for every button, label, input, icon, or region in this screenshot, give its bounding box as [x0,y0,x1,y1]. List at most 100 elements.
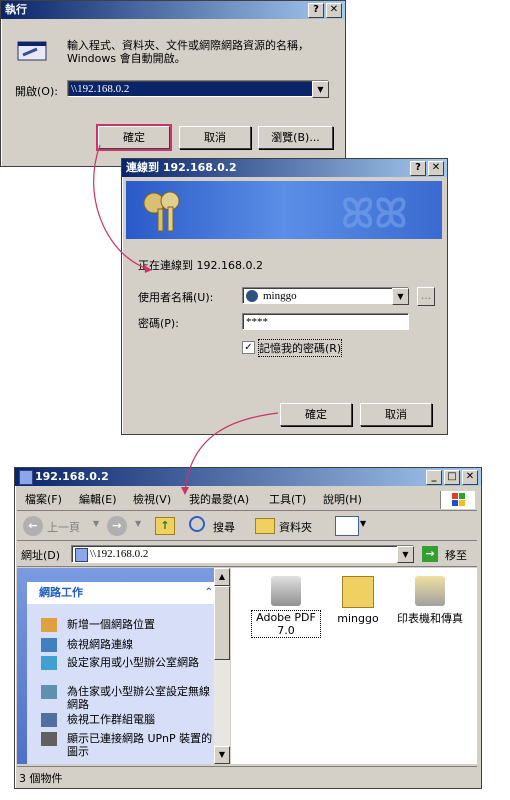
views-icon[interactable] [335,516,359,536]
run-title: 執行 [5,3,27,16]
connect-dialog: 連線到 192.168.0.2 ? ✕ ꕤꕤ 正在連線到 192.168.0.2… [121,158,448,435]
task-pane: 網路工作 ⌃ 新增一個網路位置 檢視網路連線 設定家用或小型辦公室網路 為住家或… [17,568,230,764]
maximize-button[interactable]: □ [444,470,460,485]
password-input[interactable]: **** [242,313,409,330]
address-value: \\192.168.0.2 [90,548,149,560]
scroll-down-arrow[interactable]: ▼ [214,746,230,764]
remember-checkbox[interactable]: ✓ [242,341,255,354]
menu-view[interactable]: 檢視(V) [133,490,171,510]
menu-tools[interactable]: 工具(T) [269,490,306,510]
explorer-title: 192.168.0.2 [35,470,109,483]
go-arrow-icon[interactable]: → [422,546,438,562]
run-ok-button[interactable]: 確定 [96,124,172,151]
scroll-thumb[interactable] [214,586,230,660]
address-bar: 網址(D) \\192.168.0.2 ▼ → 移至 [17,542,477,567]
menu-help[interactable]: 說明(H) [323,490,362,510]
close-button[interactable]: ✕ [462,470,478,485]
shared-folder-icon [342,576,374,608]
status-bar: 3 個物件 [17,766,477,785]
menu-favorites[interactable]: 我的最愛(A) [189,490,249,510]
forward-dropdown-icon[interactable]: ▼ [135,519,141,528]
back-button[interactable]: 上一頁 [47,519,80,535]
tasks-header: 網路工作 [39,586,83,599]
menu-bar: 檔案(F) 編輯(E) 檢視(V) 我的最愛(A) 工具(T) 說明(H) [17,490,477,511]
windows-logo-icon [440,491,475,509]
back-arrow-icon[interactable]: ← [23,516,43,536]
run-dialog: 執行 ? ✕ 輸入程式、資料夾、文件或網際網路資源的名稱，Windows 會自動… [0,0,346,167]
task-panel-header[interactable]: 網路工作 ⌃ [27,582,219,604]
toolbar: ← 上一頁 ▼ → ▼ ↑ 搜尋 資料夾 ▼ [17,512,477,541]
explorer-window: 192.168.0.2 _ □ ✕ 檔案(F) 編輯(E) 檢視(V) 我的最愛… [14,467,482,789]
forward-arrow-icon[interactable]: → [107,516,127,536]
network-place-icon [41,618,57,632]
task-label: 顯示已連接網路 UPnP 裝置的圖示 [67,732,213,758]
connect-cancel-button[interactable]: 取消 [360,403,432,426]
views-dropdown-icon[interactable]: ▼ [360,519,366,528]
status-text: 3 個物件 [19,772,63,785]
folders-icon[interactable] [255,518,275,534]
run-icon [15,39,49,63]
address-dropdown-button[interactable]: ▼ [397,546,414,563]
task-pane-scrollbar[interactable]: ▲ ▼ [214,568,230,764]
task-label: 設定家用或小型辦公室網路 [67,656,199,669]
file-minggo[interactable]: minggo [323,576,393,625]
printer-icon [271,576,301,606]
go-button[interactable]: 移至 [445,547,467,563]
connect-title: 連線到 192.168.0.2 [126,161,237,174]
task-label: 檢視工作群組電腦 [67,713,155,726]
workgroup-icon [41,713,57,727]
address-input[interactable]: \\192.168.0.2 [71,545,414,563]
search-button[interactable]: 搜尋 [213,519,235,535]
open-label: 開啟(O): [15,85,58,98]
remember-label[interactable]: 記憶我的密碼(R) [257,339,343,357]
explorer-titlebar: 192.168.0.2 _ □ ✕ [15,468,481,486]
close-button[interactable]: ✕ [428,161,444,176]
user-icon [246,290,258,302]
wireless-icon [41,685,57,699]
run-cancel-button[interactable]: 取消 [179,126,251,149]
help-button[interactable]: ? [410,161,426,176]
password-label: 密碼(P): [138,317,179,330]
file-label: minggo [337,612,379,625]
file-label: Adobe PDF 7.0 [251,610,321,638]
network-folder-icon [75,548,88,562]
svg-text:ꕤꕤ: ꕤꕤ [341,191,408,237]
username-value: minggo [263,290,297,302]
help-button[interactable]: ? [308,3,324,18]
scroll-up-arrow[interactable]: ▲ [214,568,230,586]
username-label: 使用者名稱(U): [138,291,214,304]
connecting-text: 正在連線到 192.168.0.2 [138,259,263,272]
file-pane: Adobe PDF 7.0 minggo 印表機和傳真 [231,568,477,764]
task-panel: 網路工作 ⌃ 新增一個網路位置 檢視網路連線 設定家用或小型辦公室網路 為住家或… [27,582,219,764]
back-dropdown-icon[interactable]: ▼ [93,519,99,528]
connect-ok-button[interactable]: 確定 [280,403,352,426]
menu-file[interactable]: 檔案(F) [25,490,62,510]
open-input[interactable]: \\192.168.0.2 [67,80,329,97]
printers-faxes-icon [415,576,445,606]
collapse-icon[interactable]: ⌃ [205,582,213,604]
keys-icon: ꕤꕤ [143,191,408,237]
run-titlebar: 執行 ? ✕ [1,1,345,19]
username-dropdown-button[interactable]: ▼ [392,288,409,305]
folders-button[interactable]: 資料夾 [279,519,312,535]
file-printers-faxes[interactable]: 印表機和傳真 [395,576,465,626]
file-label: 印表機和傳真 [397,612,463,625]
upnp-device-icon [41,732,57,746]
address-label: 網址(D) [21,549,61,562]
up-folder-icon[interactable]: ↑ [155,517,175,535]
username-browse-button[interactable]: ... [417,287,435,306]
open-dropdown-button[interactable]: ▼ [312,81,329,98]
network-connections-icon [41,638,57,652]
file-adobe-pdf[interactable]: Adobe PDF 7.0 [251,576,321,638]
minimize-button[interactable]: _ [426,470,442,485]
username-input[interactable]: minggo [242,287,409,304]
task-label: 為住家或小型辦公室設定無線網路 [67,685,210,711]
home-network-icon [41,656,57,670]
run-browse-button[interactable]: 瀏覽(B)... [258,126,333,149]
search-icon[interactable] [189,516,205,532]
task-label: 新增一個網路位置 [67,618,155,631]
run-description: 輸入程式、資料夾、文件或網際網路資源的名稱，Windows 會自動開啟。 [67,39,309,65]
close-button[interactable]: ✕ [326,3,342,18]
task-label: 檢視網路連線 [67,638,133,651]
menu-edit[interactable]: 編輯(E) [79,490,117,510]
